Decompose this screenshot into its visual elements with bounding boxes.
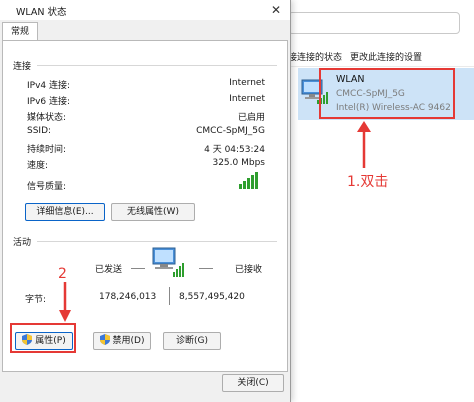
bytes-separator bbox=[169, 287, 170, 305]
wireless-properties-button[interactable]: 无线属性(W) bbox=[111, 203, 195, 221]
annotation-step2: 2 bbox=[58, 266, 67, 282]
network-activity-icon bbox=[152, 247, 184, 277]
row-value: 325.0 Mbps bbox=[212, 158, 265, 168]
tab-general[interactable]: 常规 bbox=[2, 22, 38, 41]
close-icon[interactable]: ✕ bbox=[268, 2, 284, 18]
signal-strength-icon bbox=[239, 172, 258, 189]
row-label: IPv6 连接: bbox=[27, 97, 71, 107]
disable-button[interactable]: 禁用(D) bbox=[93, 332, 151, 350]
row-value: Internet bbox=[229, 94, 265, 104]
sent-label: 已发送 bbox=[95, 265, 123, 275]
received-label: 已接收 bbox=[235, 265, 263, 275]
row-value: 4 天 04:53:24 bbox=[204, 145, 265, 155]
received-line bbox=[199, 268, 213, 269]
row-speed: 速度: 325.0 Mbps bbox=[27, 158, 265, 171]
bytes-sent-value: 178,246,013 bbox=[99, 292, 157, 302]
toolbar-links: 接连接的状态 更改此连接的设置 bbox=[270, 50, 474, 64]
close-button[interactable]: 关闭(C) bbox=[222, 374, 284, 392]
red-arrow-down-icon bbox=[59, 282, 71, 322]
row-label: IPv4 连接: bbox=[27, 81, 71, 91]
row-ipv4: IPv4 连接: Internet bbox=[27, 78, 265, 91]
group-divider bbox=[37, 65, 277, 66]
bytes-received-value: 8,557,495,420 bbox=[179, 292, 245, 302]
divider bbox=[288, 66, 474, 67]
row-media-state: 媒体状态: 已启用 bbox=[27, 110, 265, 123]
group-divider bbox=[37, 241, 277, 242]
row-signal: 信号质量: bbox=[27, 179, 265, 192]
row-ipv6: IPv6 连接: Internet bbox=[27, 94, 265, 107]
wlan-status-dialog: WLAN 状态 ✕ 常规 连接 IPv4 连接: Internet IPv6 连… bbox=[0, 0, 291, 402]
diagnose-button[interactable]: 诊断(G) bbox=[163, 332, 221, 350]
sent-line bbox=[131, 268, 145, 269]
network-connections-window: 接连接的状态 更改此连接的设置 WLAN CMCC-SpMJ_5G Intel(… bbox=[270, 0, 474, 402]
title-bar: WLAN 状态 ✕ bbox=[0, 0, 290, 20]
red-arrow-up-icon bbox=[357, 121, 371, 168]
highlight-box-wlan bbox=[319, 68, 455, 119]
connection-group-label: 连接 bbox=[13, 62, 32, 72]
row-label: 速度: bbox=[27, 161, 49, 171]
annotation-step1: 1.双击 bbox=[347, 174, 389, 190]
change-settings-link[interactable]: 更改此连接的设置 bbox=[350, 50, 422, 63]
row-label: 信号质量: bbox=[27, 182, 67, 192]
dialog-title: WLAN 状态 bbox=[16, 7, 67, 18]
row-label: 持续时间: bbox=[27, 145, 67, 155]
shield-icon bbox=[99, 334, 110, 345]
row-value: 已启用 bbox=[237, 113, 265, 123]
bytes-label: 字节: bbox=[25, 295, 47, 305]
details-button[interactable]: 详细信息(E)... bbox=[25, 203, 105, 221]
row-duration: 持续时间: 4 天 04:53:24 bbox=[27, 142, 265, 155]
highlight-box-properties bbox=[10, 323, 76, 353]
search-box[interactable] bbox=[288, 12, 460, 34]
row-value: CMCC-SpMJ_5G bbox=[196, 126, 265, 136]
row-value: Internet bbox=[229, 78, 265, 88]
row-label: 媒体状态: bbox=[27, 113, 67, 123]
view-status-link[interactable]: 接连接的状态 bbox=[288, 50, 342, 63]
disable-button-label: 禁用(D) bbox=[112, 336, 145, 346]
row-ssid: SSID: CMCC-SpMJ_5G bbox=[27, 126, 265, 139]
activity-group-label: 活动 bbox=[13, 238, 32, 248]
row-label: SSID: bbox=[27, 126, 52, 136]
